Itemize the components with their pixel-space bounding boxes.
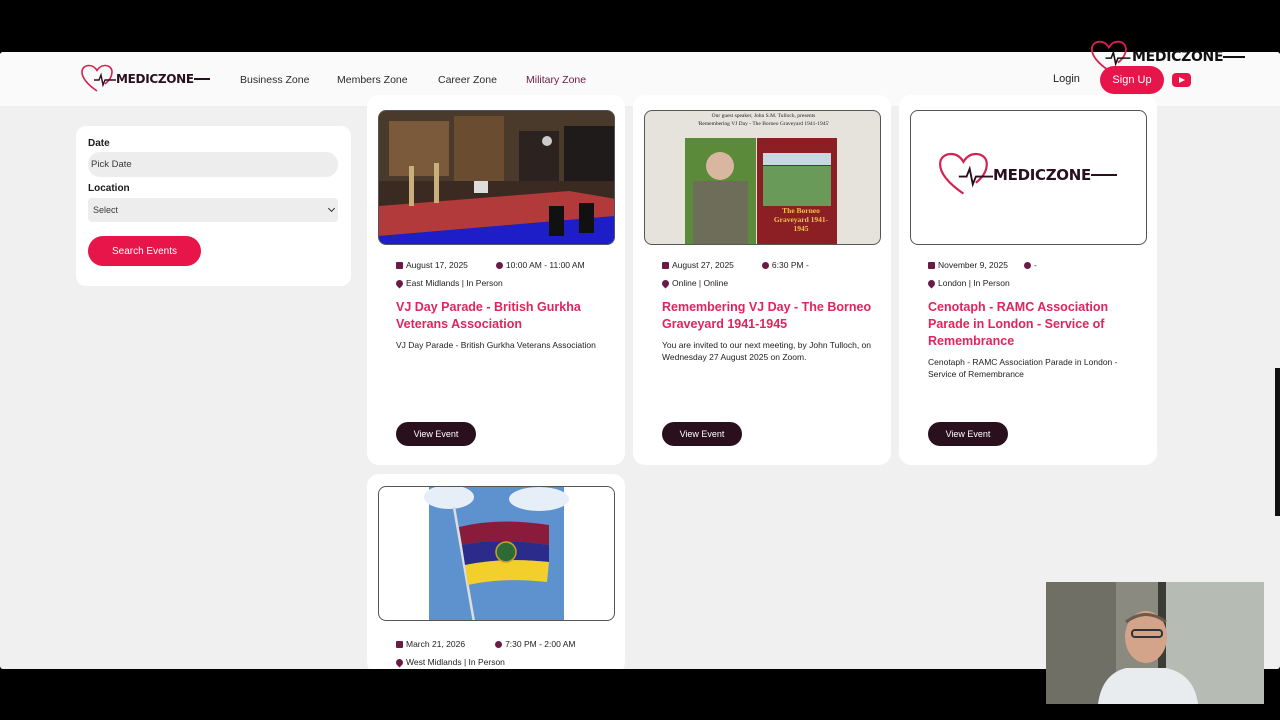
clock-icon (761, 261, 769, 269)
view-event-button[interactable]: View Event (396, 422, 476, 446)
event-description: Cenotaph - RAMC Association Parade in Lo… (928, 357, 1118, 379)
event-filter-panel: Date Pick Date Location Select Search Ev… (76, 126, 351, 286)
mediczone-logo-image: MEDICZONE (937, 151, 1117, 199)
screen-recording: MEDICZONE Business Zone Members Zone Car… (0, 0, 1280, 720)
heart-pulse-icon (1090, 40, 1131, 72)
calendar-icon (662, 261, 669, 269)
view-event-button[interactable]: View Event (662, 422, 742, 446)
event-title[interactable]: Remembering VJ Day - The Borneo Graveyar… (662, 299, 877, 333)
event-image-bar[interactable] (378, 110, 615, 245)
event-card: Our guest speaker, John S.M. Tulloch, pr… (633, 95, 891, 465)
event-location-text: Online | Online (672, 278, 729, 288)
event-description: You are invited to our next meeting, by … (662, 340, 872, 362)
event-date-time: August 27, 2025 6:30 PM - (662, 260, 809, 270)
event-image-poster[interactable]: Our guest speaker, John S.M. Tulloch, pr… (644, 110, 881, 245)
event-time: - (1033, 260, 1037, 270)
date-label: Date (88, 138, 110, 149)
event-location-text: London | In Person (938, 278, 1010, 288)
event-date: March 21, 2026 (406, 639, 466, 649)
event-date-time: November 9, 2025 - (928, 260, 1037, 270)
event-image-logo[interactable]: MEDICZONE (910, 110, 1147, 245)
event-card: MEDICZONE November 9, 2025 - London | In… (899, 95, 1157, 465)
nav-career-zone[interactable]: Career Zone (438, 74, 497, 86)
event-location: Online | Online (660, 278, 729, 288)
location-select[interactable]: Select (88, 198, 338, 222)
heart-pulse-icon (939, 152, 993, 195)
date-placeholder: Pick Date (91, 159, 132, 170)
chevron-down-icon (327, 204, 336, 213)
nav-business-zone[interactable]: Business Zone (240, 74, 309, 86)
location-label: Location (88, 183, 130, 194)
ramc-flag-image (424, 487, 569, 620)
event-time: 6:30 PM - (771, 260, 809, 270)
logo-line (1223, 56, 1246, 58)
event-date: November 9, 2025 (938, 260, 1008, 270)
map-pin-icon (394, 278, 405, 288)
event-title[interactable]: Cenotaph - RAMC Association Parade in Lo… (928, 299, 1143, 350)
event-location: East Midlands | In Person (394, 278, 503, 288)
event-location-text: East Midlands | In Person (406, 278, 503, 288)
heart-pulse-icon (81, 64, 116, 92)
search-events-button[interactable]: Search Events (88, 236, 201, 266)
clock-icon (495, 640, 503, 648)
event-image-flag[interactable] (378, 486, 615, 621)
event-date-time: August 17, 2025 10:00 AM - 11:00 AM (396, 260, 585, 270)
calendar-icon (396, 261, 403, 269)
webcam-video (1046, 582, 1264, 704)
event-time: 10:00 AM - 11:00 AM (505, 260, 585, 270)
map-pin-icon (926, 278, 937, 288)
event-description: VJ Day Parade - British Gurkha Veterans … (396, 340, 596, 350)
logo-wordmark: MEDICZONE (1132, 49, 1224, 65)
clock-icon (1023, 261, 1031, 269)
location-selected-value: Select (93, 205, 119, 215)
logo-wordmark: MEDICZONE (993, 166, 1091, 184)
event-location-text: West Midlands | In Person (406, 657, 505, 667)
event-date: August 17, 2025 (406, 260, 468, 270)
scrollbar-edge[interactable] (1275, 368, 1280, 516)
logo-wordmark: MEDICZONE (116, 72, 194, 86)
channel-logo-overlay: MEDICZONE (1088, 40, 1246, 74)
map-pin-icon (394, 657, 405, 667)
nav-military-zone[interactable]: Military Zone (526, 74, 586, 86)
site-logo[interactable]: MEDICZONE (80, 64, 210, 94)
calendar-icon (928, 261, 935, 269)
map-pin-icon (660, 278, 671, 288)
logo-line (193, 78, 210, 80)
bar-interior-image (379, 111, 614, 244)
event-title[interactable]: VJ Day Parade - British Gurkha Veterans … (396, 299, 611, 333)
view-event-button[interactable]: View Event (928, 422, 1008, 446)
youtube-icon[interactable] (1172, 73, 1191, 87)
speaker-and-book-image (685, 138, 837, 244)
book-title: The Borneo Graveyard 1941-1945 (773, 206, 829, 233)
calendar-icon (396, 640, 403, 648)
event-card: August 17, 2025 10:00 AM - 11:00 AM East… (367, 95, 625, 465)
clock-icon (495, 261, 503, 269)
nav-members-zone[interactable]: Members Zone (337, 74, 408, 86)
event-location: London | In Person (926, 278, 1010, 288)
presenter-video-image (1046, 582, 1264, 704)
logo-line (1090, 174, 1117, 176)
browser-viewport: MEDICZONE Business Zone Members Zone Car… (0, 52, 1280, 669)
date-picker-input[interactable]: Pick Date (88, 152, 338, 177)
login-link[interactable]: Login (1053, 73, 1080, 85)
event-date-time: March 21, 2026 7:30 PM - 2:00 AM (396, 639, 575, 649)
event-card: March 21, 2026 7:30 PM - 2:00 AM West Mi… (367, 474, 625, 669)
event-date: August 27, 2025 (672, 260, 734, 270)
event-location: West Midlands | In Person (394, 657, 505, 667)
event-time: 7:30 PM - 2:00 AM (505, 639, 576, 649)
